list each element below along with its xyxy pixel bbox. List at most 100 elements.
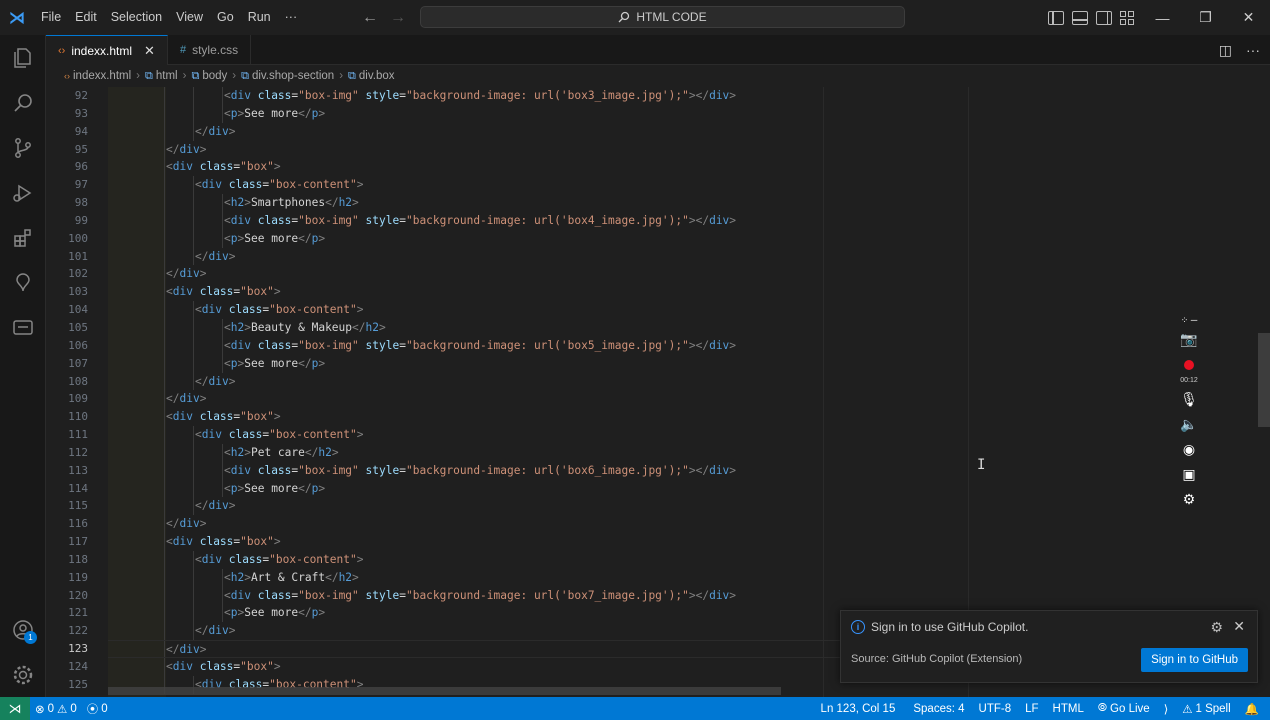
breadcrumb-shop-section[interactable]: ⧉ div.shop-section [241,70,334,83]
code-text: <div class="box"> [166,535,281,549]
split-editor-icon[interactable]: ◫ [1219,42,1232,59]
breadcrumb-body[interactable]: ⧉ body [191,70,227,83]
extensions-icon[interactable] [0,215,46,260]
code-line[interactable]: <p>See more</p> [108,229,1208,248]
encoding[interactable]: UTF-8 [974,697,1017,720]
code-lines[interactable]: <div class="box-img" style="background-i… [108,87,1208,694]
code-line[interactable]: <div class="box-img" style="background-i… [108,461,1208,480]
nav-arrows: ← → [362,0,406,35]
problems-indicator[interactable]: ⊗ 0 ⚠ 0 [30,697,82,720]
cursor-position[interactable]: Ln 123, Col 15 [816,697,901,720]
code-line[interactable]: <div class="box-img" style="background-i… [108,211,1208,230]
indentation[interactable]: Spaces: 4 [908,697,969,720]
warning-icon: ⚠ [1182,703,1193,716]
accounts-icon[interactable]: 1 [0,607,46,652]
code-text: <div class="box"> [166,410,281,424]
code-line[interactable]: <div class="box"> [108,408,1208,427]
sign-in-github-button[interactable]: Sign in to GitHub [1141,648,1248,672]
breadcrumb-box[interactable]: ⧉ div.box [348,70,394,83]
menu-selection[interactable]: Selection [104,0,169,35]
code-line[interactable]: </div> [108,515,1208,534]
code-line[interactable]: <div class="box-content"> [108,550,1208,569]
code-text: </div> [166,643,207,657]
go-live-button[interactable]: ⦾ Go Live [1093,697,1155,720]
more-actions-icon[interactable]: ··· [1246,42,1260,58]
microphone-icon[interactable]: 🎙 [1180,387,1198,412]
code-line[interactable]: <div class="box-img" style="background-i… [108,336,1208,355]
explorer-icon[interactable] [0,35,46,80]
code-line[interactable]: <div class="box"> [108,283,1208,302]
code-line[interactable]: </div> [108,247,1208,266]
code-line[interactable]: </div> [108,122,1208,141]
code-line[interactable]: <h2>Pet care</h2> [108,443,1208,462]
breadcrumb-html[interactable]: ⧉ html [145,70,178,83]
code-line[interactable]: </div> [108,497,1208,516]
recorder-settings-icon[interactable]: ⚙ [1183,487,1196,512]
forward-arrow-icon[interactable]: → [390,9,406,27]
end-of-line[interactable]: LF [1020,697,1043,720]
copilot-icon[interactable]: ⟩ [1159,697,1174,720]
code-text: <div class="box-content"> [195,178,364,192]
webcam-icon[interactable]: ◉ [1183,437,1195,462]
code-editor[interactable]: 92 93 94 95 96 97 98 99 100 101 102 103 104 105 106 107… [46,87,1270,697]
testing-icon[interactable] [0,260,46,305]
code-line[interactable]: <div class="box-img" style="background-i… [108,87,1208,105]
minimize-icon[interactable]: — [1141,0,1184,35]
speaker-icon[interactable]: 🔈 [1180,412,1197,437]
remote-indicator-icon[interactable]: ⋊ [0,697,30,720]
menu-more[interactable]: ··· [278,0,305,35]
notification-close-icon[interactable]: ✕ [1233,618,1245,635]
language-mode[interactable]: HTML [1048,697,1089,720]
ports-indicator[interactable]: ⦿ 0 [82,697,113,720]
code-line[interactable]: <div class="box-content"> [108,301,1208,319]
restore-icon[interactable]: ❐ [1184,0,1227,35]
code-line[interactable]: <p>See more</p> [108,479,1208,498]
code-line[interactable]: <div class="box"> [108,158,1208,177]
code-line[interactable]: <p>See more</p> [108,354,1208,373]
toggle-sidebar-icon[interactable] [1048,10,1064,25]
code-line[interactable]: <h2>Smartphones</h2> [108,194,1208,212]
tab-style-css[interactable]: # style.css [168,35,252,65]
vertical-scrollbar[interactable] [1258,333,1270,427]
menu-file[interactable]: File [34,0,68,35]
command-center-search[interactable]: HTML CODE [420,6,905,28]
back-arrow-icon[interactable]: ← [362,9,378,27]
code-line[interactable]: <div class="box"> [108,533,1208,551]
run-debug-icon[interactable] [0,170,46,215]
search-sidebar-icon[interactable] [0,80,46,125]
line-number: 118 [68,552,88,566]
notification-gear-icon[interactable]: ⚙ [1210,619,1223,636]
customize-layout-icon[interactable] [1120,10,1136,25]
spell-check-indicator[interactable]: ⚠ 1 Spell [1177,697,1235,720]
code-line[interactable]: <h2>Art & Craft</h2> [108,568,1208,587]
code-line[interactable]: <div class="box-content"> [108,176,1208,195]
settings-gear-icon[interactable] [0,652,46,697]
record-icon[interactable] [1184,352,1194,377]
code-line[interactable]: </div> [108,372,1208,391]
code-line[interactable]: </div> [108,390,1208,409]
menu-view[interactable]: View [169,0,210,35]
code-line[interactable]: <div class="box-img" style="background-i… [108,586,1208,605]
camera-icon[interactable]: 📷 [1180,327,1197,352]
tab-indexx-html[interactable]: ‹› indexx.html ✕ [46,35,168,65]
horizontal-scrollbar[interactable] [108,687,781,695]
close-window-icon[interactable]: ✕ [1227,0,1270,35]
menu-edit[interactable]: Edit [68,0,104,35]
breadcrumb-file[interactable]: ‹› indexx.html [64,70,131,82]
recorder-handle-icon[interactable]: ⁘ ─ [1181,313,1197,327]
menu-run[interactable]: Run [241,0,278,35]
close-tab-icon[interactable]: ✕ [144,43,155,59]
toggle-secondary-sidebar-icon[interactable] [1096,10,1112,25]
code-line[interactable]: </div> [108,265,1208,284]
code-line[interactable]: </div> [108,140,1208,159]
code-line[interactable]: <h2>Beauty & Makeup</h2> [108,318,1208,337]
code-line[interactable]: <div class="box-content"> [108,426,1208,444]
source-control-icon[interactable] [0,125,46,170]
screen-icon[interactable]: ▣ [1182,462,1195,487]
code-line[interactable]: <p>See more</p> [108,104,1208,123]
toggle-panel-icon[interactable] [1072,10,1088,25]
notifications-bell-icon[interactable]: 🔔 [1240,697,1264,720]
remote-explorer-icon[interactable] [0,305,46,350]
indent-guide [222,443,223,462]
menu-go[interactable]: Go [210,0,241,35]
